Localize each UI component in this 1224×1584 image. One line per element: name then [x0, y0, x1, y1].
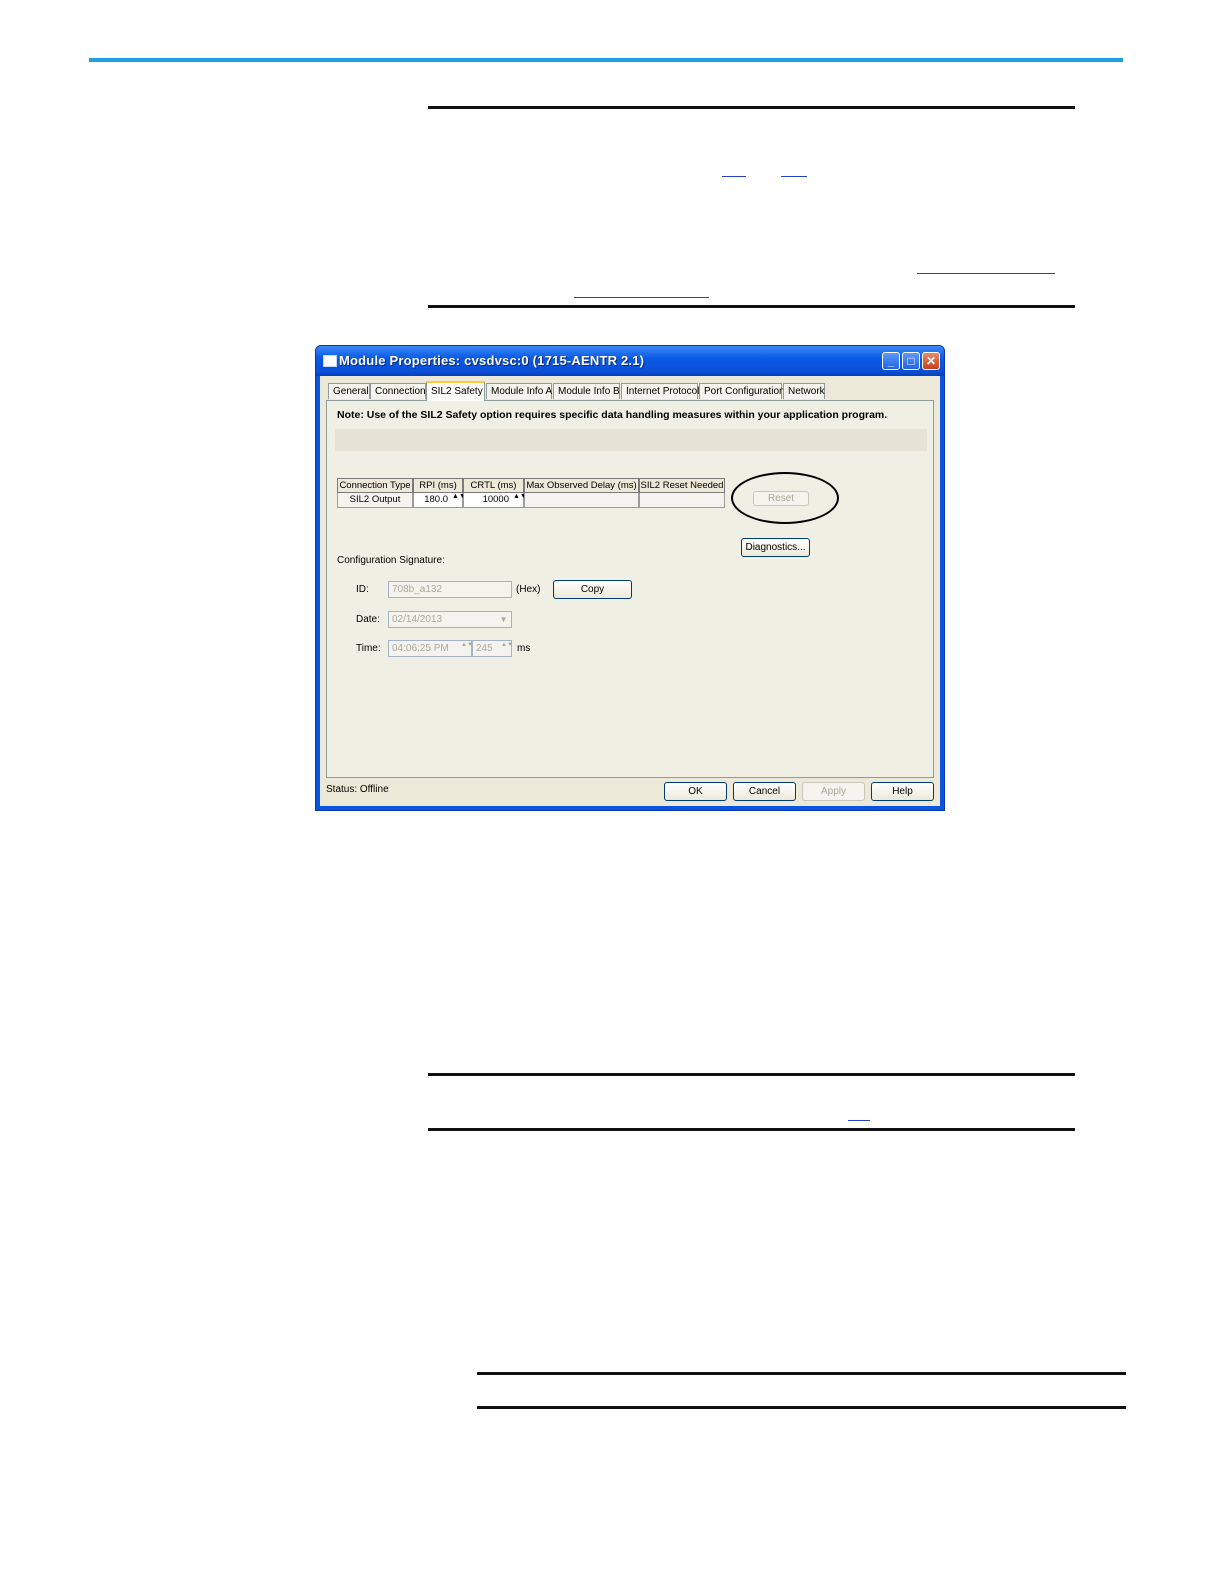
safety-note: Note: Use of the SIL2 Safety option requ…	[337, 409, 888, 421]
tab-sil2-safety[interactable]: SIL2 Safety	[426, 381, 485, 401]
crtl-value: 10000	[482, 494, 509, 505]
time-label: Time:	[356, 643, 381, 654]
sil2-safety-panel: Note: Use of the SIL2 Safety option requ…	[326, 400, 934, 778]
window-icon	[323, 355, 337, 367]
minimize-button[interactable]: _	[882, 352, 900, 370]
tab-general[interactable]: General	[328, 383, 370, 399]
time-value: 04:06:25 PM	[392, 643, 449, 654]
dialog-titlebar[interactable]: Module Properties: cvsdvsc:0 (1715-AENTR…	[316, 346, 944, 376]
tab-internet-protocol[interactable]: Internet Protocol	[621, 383, 699, 399]
tip-rule-top	[477, 1372, 1126, 1375]
important-rule-top	[428, 1073, 1075, 1076]
spin-arrows-icon[interactable]: ▲▼	[452, 493, 466, 506]
date-label: Date:	[356, 614, 380, 625]
dialog-client: General Connection SIL2 Safety Module In…	[320, 376, 940, 806]
config-signature-heading: Configuration Signature:	[337, 555, 445, 566]
close-button[interactable]: ✕	[922, 352, 940, 370]
info-band	[335, 429, 927, 451]
module-properties-dialog: Module Properties: cvsdvsc:0 (1715-AENTR…	[315, 345, 945, 811]
header-connection-type: Connection Type	[337, 478, 413, 493]
maximize-button[interactable]: □	[902, 352, 920, 370]
copy-button[interactable]: Copy	[553, 580, 632, 599]
header-accent-rule	[89, 58, 1123, 62]
tab-module-info-a[interactable]: Module Info A	[486, 383, 552, 399]
tab-port-configuration[interactable]: Port Configuration	[699, 383, 785, 399]
id-field[interactable]: 708b_a132	[388, 581, 512, 598]
tab-network[interactable]: Network	[783, 383, 825, 399]
tip-rule-bottom	[477, 1406, 1126, 1409]
header-crtl: CRTL (ms)	[463, 478, 524, 493]
chevron-down-icon[interactable]: ▼	[497, 613, 510, 626]
date-value: 02/14/2013	[392, 614, 443, 625]
link-underline[interactable]	[574, 297, 709, 298]
cell-connection-type: SIL2 Output	[337, 493, 413, 508]
header-max-observed-delay: Max Observed Delay (ms)	[524, 478, 639, 493]
time-field[interactable]: 04:06:25 PM ▲▼	[388, 640, 473, 657]
link-underline[interactable]	[848, 1120, 870, 1121]
link-underline[interactable]	[722, 176, 746, 177]
rpi-value: 180.0	[424, 494, 448, 505]
hex-label: (Hex)	[516, 584, 541, 595]
tab-connection[interactable]: Connection	[370, 383, 426, 399]
header-rpi: RPI (ms)	[413, 478, 463, 493]
spin-arrows-icon[interactable]: ▲▼	[501, 642, 513, 655]
cell-sil2-reset-needed	[639, 493, 725, 508]
dialog-title: Module Properties: cvsdvsc:0 (1715-AENTR…	[339, 353, 645, 368]
date-picker[interactable]: 02/14/2013 ▼	[388, 611, 512, 628]
spin-arrows-icon[interactable]: ▲▼	[513, 493, 527, 506]
rpi-input[interactable]: 180.0 ▲▼	[413, 493, 466, 508]
cancel-button[interactable]: Cancel	[733, 782, 796, 801]
ms-value: 245	[476, 643, 493, 654]
important-rule-bottom	[428, 1128, 1075, 1131]
link-underline[interactable]	[917, 273, 1055, 274]
apply-button[interactable]: Apply	[802, 782, 865, 801]
highlight-ellipse	[731, 472, 839, 524]
link-underline[interactable]	[781, 176, 807, 177]
crtl-input[interactable]: 10000 ▲▼	[463, 493, 527, 508]
note-rule-bottom	[428, 305, 1075, 308]
note-rule-top	[428, 106, 1075, 109]
id-label: ID:	[356, 584, 369, 595]
cell-max-observed-delay	[524, 493, 639, 508]
header-sil2-reset-needed: SIL2 Reset Needed	[639, 478, 725, 493]
status-text: Status: Offline	[326, 784, 389, 795]
diagnostics-button[interactable]: Diagnostics...	[741, 538, 810, 557]
help-button[interactable]: Help	[871, 782, 934, 801]
milliseconds-field[interactable]: 245 ▲▼	[472, 640, 513, 657]
spin-arrows-icon[interactable]: ▲▼	[461, 642, 473, 655]
ok-button[interactable]: OK	[664, 782, 727, 801]
ms-label: ms	[517, 643, 531, 654]
tab-module-info-b[interactable]: Module Info B	[553, 383, 620, 399]
